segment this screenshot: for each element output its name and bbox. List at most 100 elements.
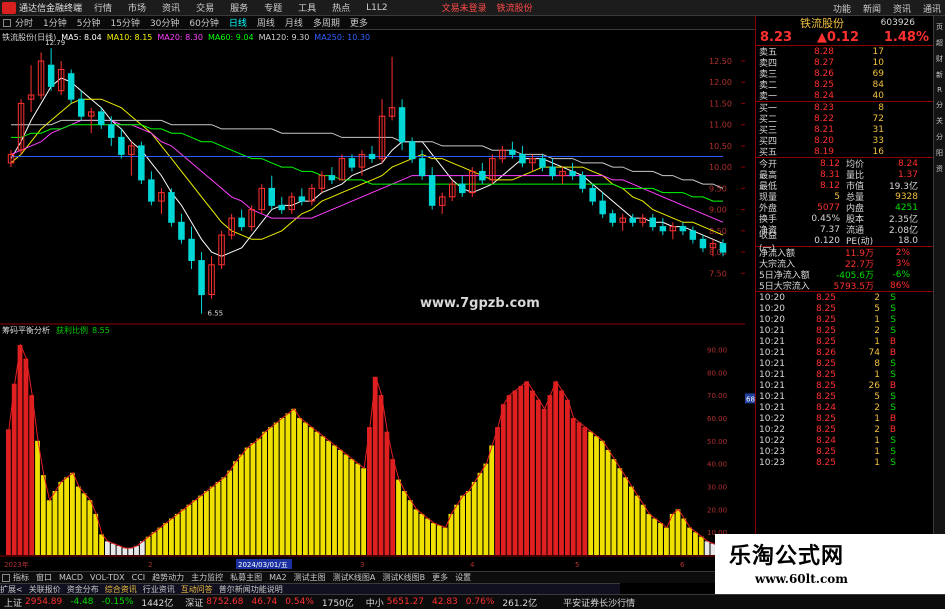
trade-row: 10:23 8.25 1 S xyxy=(756,446,933,457)
bottom-tab[interactable]: 行业资讯 xyxy=(143,584,175,595)
tf-tab[interactable]: 30分钟 xyxy=(150,16,179,29)
bottom-tab[interactable]: 互动问答 xyxy=(181,584,213,595)
candle xyxy=(138,141,145,185)
ask-vol: 69 xyxy=(872,68,884,79)
menu-item-tools[interactable]: 工具 xyxy=(298,1,316,14)
menu-item-hot[interactable]: 热点 xyxy=(332,1,350,14)
ind-tab[interactable]: 更多 xyxy=(432,572,448,583)
side-tool[interactable]: 分 xyxy=(934,100,945,110)
tf-tab[interactable]: 5分钟 xyxy=(77,16,101,29)
profit-bar xyxy=(145,536,151,555)
stat-value: 18.0 xyxy=(897,235,918,246)
side-tool[interactable]: R xyxy=(934,86,945,94)
stat-value: 9328 xyxy=(895,191,918,202)
tf-tab[interactable]: 分时 xyxy=(15,16,33,29)
side-tool[interactable]: 超 xyxy=(934,38,945,48)
side-tool[interactable]: 阳 xyxy=(934,148,945,158)
flow-pct: 86% xyxy=(889,280,910,291)
price-axis-label: 12.50 xyxy=(709,57,732,66)
tf-tab[interactable]: 1分钟 xyxy=(43,16,67,29)
tf-tab[interactable]: 15分钟 xyxy=(110,16,139,29)
profit-bar xyxy=(425,518,430,555)
menu-item-trade[interactable]: 交易 xyxy=(196,1,214,14)
bid-row[interactable]: 买五 8.19 16 xyxy=(756,146,933,159)
menu-function[interactable]: 功能 xyxy=(833,2,851,15)
idx-name[interactable]: 中小 xyxy=(366,596,384,609)
side-tool[interactable]: 分 xyxy=(934,132,945,142)
tf-tab[interactable]: 多周期 xyxy=(313,16,340,29)
ind-tab[interactable]: 窗口 xyxy=(36,572,52,583)
idx-name[interactable]: 上证 xyxy=(4,596,22,609)
ind-tab[interactable]: 测试主图 xyxy=(294,572,326,583)
menu-item-market[interactable]: 行情 xyxy=(94,1,112,14)
profit-bar xyxy=(530,390,535,555)
stock-ref: 铁流股份 xyxy=(496,4,533,14)
side-tool[interactable]: 关 xyxy=(934,116,945,126)
trade-side: S xyxy=(890,325,896,336)
login-status[interactable]: 文易未登录 xyxy=(442,1,487,14)
ind-tab[interactable]: 趋势动力 xyxy=(152,572,184,583)
sub-axis-label: 20.00 xyxy=(707,506,727,514)
ind-tab[interactable]: 测试K线图B xyxy=(382,572,425,583)
menu-item-markets[interactable]: 市场 xyxy=(128,1,146,14)
ind-tab[interactable]: CCI xyxy=(132,573,146,582)
trades-list[interactable]: 10:20 8.25 2 S 10:20 8.25 5 S 10:20 8.25 1 S 10:21 8.… xyxy=(756,292,933,468)
flow-label: 5日大宗流入 xyxy=(759,282,810,292)
ind-tab[interactable]: 主力监控 xyxy=(191,572,223,583)
ind-tab[interactable]: 指标 xyxy=(13,572,29,583)
bottom-tab[interactable]: 普尔新闻功能说明 xyxy=(219,584,283,595)
tf-tab[interactable]: 60分钟 xyxy=(189,16,218,29)
ask-price: 8.25 xyxy=(813,79,834,90)
ind-tab[interactable]: 私募主图 xyxy=(230,572,262,583)
ind-tab[interactable]: VOL-TDX xyxy=(90,573,125,582)
side-tool[interactable]: 财 xyxy=(934,54,945,64)
menu-item-news[interactable]: 资讯 xyxy=(162,1,180,14)
menu-info[interactable]: 资讯 xyxy=(893,2,911,15)
profit-bar xyxy=(599,440,605,555)
ask-vol: 10 xyxy=(872,57,884,68)
ind-tab[interactable]: 测试K线图A xyxy=(333,572,376,583)
bottom-tab[interactable]: 关联报价 xyxy=(29,584,61,595)
profit-bar xyxy=(349,459,355,555)
toggle-square-icon[interactable] xyxy=(2,573,10,582)
candle xyxy=(27,65,35,112)
candle xyxy=(37,52,45,100)
idx-name[interactable]: 深证 xyxy=(185,596,203,609)
side-tool[interactable]: 新 xyxy=(934,70,945,80)
tf-tab[interactable]: 周线 xyxy=(257,16,275,29)
trade-time: 10:22 xyxy=(759,413,785,424)
side-tool[interactable]: 资 xyxy=(934,164,945,174)
ask-row[interactable]: 卖一 8.24 40 xyxy=(756,90,933,103)
profit-bar xyxy=(541,408,547,555)
tf-tab-more[interactable]: 更多 xyxy=(350,16,368,29)
bottom-tab[interactable]: 资金分布 xyxy=(67,584,99,595)
candle xyxy=(228,213,235,240)
ind-tab[interactable]: 设置 xyxy=(455,572,471,583)
profit-bar xyxy=(6,429,11,555)
ind-tab[interactable]: MA2 xyxy=(269,573,286,582)
side-tool[interactable]: 页 xyxy=(934,22,945,32)
toggle-square-icon[interactable] xyxy=(3,18,11,27)
trade-row: 10:21 8.25 1 S xyxy=(756,369,933,380)
menu-news[interactable]: 新闻 xyxy=(863,2,881,15)
menu-item-service[interactable]: 服务 xyxy=(230,1,248,14)
profit-bar xyxy=(209,486,215,555)
tf-tab[interactable]: 月线 xyxy=(285,16,303,29)
candle-body xyxy=(659,226,667,232)
menu-item-l1l2[interactable]: L1L2 xyxy=(366,3,387,13)
menu-item-topic[interactable]: 专题 xyxy=(264,1,282,14)
trade-qty: 1 xyxy=(874,314,880,325)
bottom-tab[interactable]: 综合资讯 xyxy=(105,584,137,595)
profit-bar xyxy=(221,477,227,555)
trade-row: 10:20 8.25 5 S xyxy=(756,303,933,314)
candle-body xyxy=(629,217,636,223)
candle xyxy=(679,222,687,236)
ma-legend-item: MA60: 9.04 xyxy=(207,32,254,42)
menu-comm[interactable]: 通讯 xyxy=(923,2,941,15)
profit-bar xyxy=(227,470,233,555)
tf-tab-daily[interactable]: 日线 xyxy=(229,16,247,29)
chart-area[interactable]: 12.5012.0011.5011.0010.5010.009.509.008.… xyxy=(0,30,755,571)
bottom-tab[interactable]: 扩展< xyxy=(0,584,23,595)
ind-tab[interactable]: MACD xyxy=(59,573,83,582)
candle-body xyxy=(98,111,105,126)
